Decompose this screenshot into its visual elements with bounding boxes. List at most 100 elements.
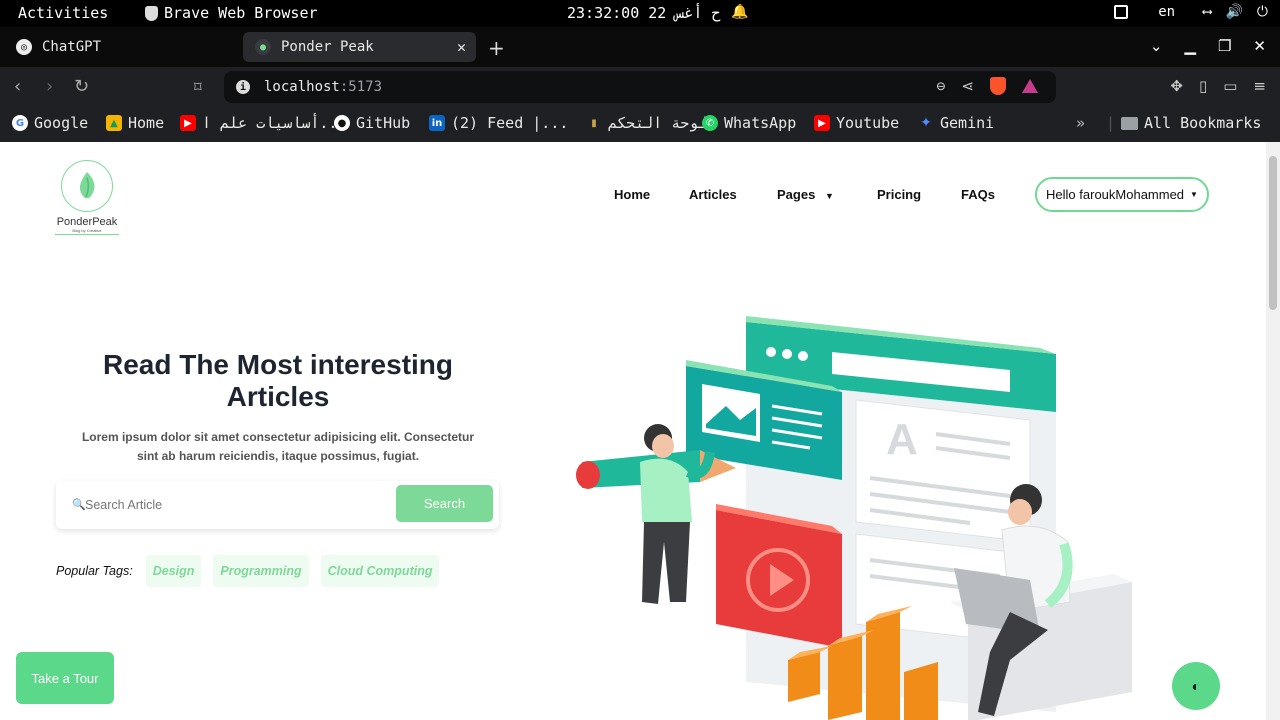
activities-button[interactable]: Activities xyxy=(18,4,108,22)
bookmark-label: GitHub xyxy=(356,114,411,132)
language-indicator[interactable]: en xyxy=(1158,4,1175,20)
tab-search-icon[interactable]: ⌄ xyxy=(1150,37,1163,55)
user-menu-button[interactable]: Hello faroukMohammed ▼ xyxy=(1035,177,1209,212)
url-host: localhost xyxy=(264,79,340,95)
tab-ponder-peak[interactable]: ● Ponder Peak ✕ xyxy=(243,32,476,62)
app-name: Brave Web Browser xyxy=(164,4,318,22)
share-icon[interactable]: ⋖ xyxy=(961,77,974,95)
logo-name: PonderPeak xyxy=(56,216,118,228)
bookmark-whatsapp[interactable]: ✆ WhatsApp xyxy=(702,114,796,132)
tab-label: Ponder Peak xyxy=(281,39,374,55)
nav-pages[interactable]: Pages ▼ xyxy=(777,187,834,202)
clock[interactable]: 23:32:00 22 ح أغس xyxy=(567,4,721,22)
minimize-icon[interactable]: ▁ xyxy=(1184,37,1196,55)
bookmark-gemini[interactable]: ✦ Gemini xyxy=(918,114,994,132)
leaf-icon: ● xyxy=(255,39,271,55)
back-icon[interactable]: ‹ xyxy=(14,76,21,97)
alarm-icon: 🔔 xyxy=(731,4,749,20)
page-content: PonderPeak Blog by Creative Home Article… xyxy=(0,142,1266,720)
wallet-icon[interactable]: ▭ xyxy=(1223,77,1237,95)
youtube-icon: ▶ xyxy=(814,115,830,131)
svg-text:A: A xyxy=(886,415,918,464)
brave-rewards-icon[interactable] xyxy=(1022,79,1038,93)
hero-description: Lorem ipsum dolor sit amet consectetur a… xyxy=(81,430,475,463)
search-icon: 🔍 xyxy=(72,499,86,511)
search-input[interactable] xyxy=(85,493,385,517)
bookmark-label: (2) Feed |... xyxy=(451,114,569,132)
user-greeting: Hello faroukMohammed xyxy=(1046,187,1185,202)
all-bookmarks-button[interactable]: All Bookmarks xyxy=(1121,114,1261,132)
brave-shields-icon[interactable] xyxy=(990,77,1006,95)
address-bar[interactable]: i localhost:5173 ⊖ ⋖ xyxy=(224,71,1056,103)
tag-cloud-computing[interactable]: Cloud Computing xyxy=(320,555,440,587)
menu-icon[interactable]: ≡ xyxy=(1253,77,1266,95)
tag-programming[interactable]: Programming xyxy=(213,555,309,587)
home-icon: ▲ xyxy=(106,115,122,131)
app-menu[interactable]: Brave Web Browser xyxy=(145,4,318,22)
close-tab-icon[interactable]: ✕ xyxy=(457,38,466,56)
gemini-icon: ✦ xyxy=(920,115,932,131)
nav-faqs[interactable]: FAQs xyxy=(961,187,995,202)
power-icon: ⏻ xyxy=(1256,4,1268,20)
tab-strip: ◎ ChatGPT ● Ponder Peak ✕ + ⌄ ▁ ❐ ✕ xyxy=(0,27,1280,67)
system-tray[interactable]: en ⟷ 🔊 ⏻ xyxy=(1114,4,1268,20)
page-scrollbar[interactable] xyxy=(1266,142,1280,720)
dashboard-icon: ▮ xyxy=(591,117,597,129)
bookmark-label: WhatsApp xyxy=(724,114,797,132)
search-button[interactable]: Search xyxy=(396,485,493,522)
chatgpt-icon: ◎ xyxy=(16,39,32,55)
bookmark-dashboard[interactable]: ▮ لوحة التحكم xyxy=(586,114,707,132)
more-bookmarks-icon[interactable]: » xyxy=(1076,114,1085,132)
take-a-tour-button[interactable]: Take a Tour xyxy=(16,652,114,704)
forward-icon[interactable]: › xyxy=(46,76,53,97)
bookmark-label: Youtube xyxy=(836,114,900,132)
tab-chatgpt[interactable]: ◎ ChatGPT xyxy=(4,32,236,62)
zoom-icon[interactable]: ⊖ xyxy=(936,77,945,95)
logo-underline xyxy=(55,234,119,235)
leaf-icon xyxy=(80,172,95,199)
nav-pricing[interactable]: Pricing xyxy=(877,187,921,202)
nav-pages-label: Pages xyxy=(777,187,816,202)
window-controls: ⌄ ▁ ❐ ✕ xyxy=(1150,37,1266,55)
github-icon: ● xyxy=(334,115,350,131)
bookmark-icon[interactable]: ⌑ xyxy=(194,78,202,96)
maximize-icon[interactable]: ❐ xyxy=(1218,37,1231,55)
reload-icon[interactable]: ↻ xyxy=(74,76,89,97)
site-info-icon[interactable]: i xyxy=(236,80,250,94)
bookmark-youtube[interactable]: ▶ Youtube xyxy=(814,114,899,132)
hero-illustration: A xyxy=(576,316,1132,720)
dark-mode-toggle[interactable]: ◐ xyxy=(1172,662,1220,710)
moon-icon: ◐ xyxy=(1191,678,1201,694)
bookmark-google[interactable]: G Google xyxy=(12,114,88,132)
new-tab-icon[interactable]: + xyxy=(488,36,505,60)
google-icon: G xyxy=(12,115,28,131)
tag-design[interactable]: Design xyxy=(145,555,202,587)
bookmark-label: أساسيات علم ا... xyxy=(202,114,347,132)
window-switch-icon xyxy=(1114,5,1129,19)
nav-home[interactable]: Home xyxy=(614,187,650,202)
bookmark-label: Gemini xyxy=(940,114,995,132)
nav-articles[interactable]: Articles xyxy=(689,187,737,202)
bookmark-youtube-arabic[interactable]: ▶ أساسيات علم ا... xyxy=(180,114,347,132)
bookmarks-bar: G Google ▲ Home ▶ أساسيات علم ا... ● Git… xyxy=(0,107,1280,142)
extensions-icon[interactable]: ✥ xyxy=(1170,77,1183,95)
browser-toolbar: ‹ › ↻ ⌑ i localhost:5173 ⊖ ⋖ ✥ ▯ ▭ ≡ xyxy=(0,67,1280,107)
bookmark-linkedin[interactable]: in (2) Feed |... xyxy=(429,114,568,132)
hero-title: Read The Most interesting Articles xyxy=(102,349,454,412)
caret-down-icon: ▼ xyxy=(1190,190,1198,199)
system-top-bar: Activities Brave Web Browser 23:32:00 22… xyxy=(0,0,1280,27)
sidebar-icon[interactable]: ▯ xyxy=(1199,77,1207,95)
popular-tags: Popular Tags: Design Programming Cloud C… xyxy=(56,555,440,587)
url-port: :5173 xyxy=(339,79,383,95)
caret-down-icon: ▼ xyxy=(824,191,834,201)
bookmark-home[interactable]: ▲ Home xyxy=(106,114,164,132)
linkedin-icon: in xyxy=(429,115,445,131)
scrollbar-thumb[interactable] xyxy=(1269,156,1277,310)
whatsapp-icon: ✆ xyxy=(702,115,718,131)
tab-label: ChatGPT xyxy=(42,39,102,55)
close-window-icon[interactable]: ✕ xyxy=(1253,37,1266,55)
all-bookmarks-label: All Bookmarks xyxy=(1144,114,1262,132)
brave-lion-icon xyxy=(145,5,158,21)
bookmark-github[interactable]: ● GitHub xyxy=(334,114,410,132)
site-logo[interactable]: PonderPeak Blog by Creative xyxy=(55,160,119,235)
